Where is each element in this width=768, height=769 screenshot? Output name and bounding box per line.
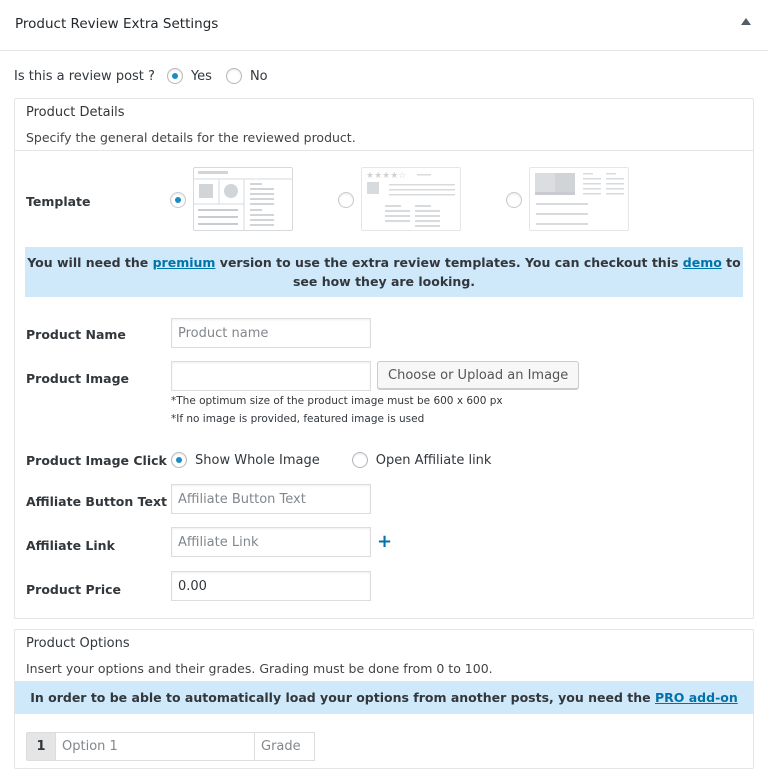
review-post-toggle: Is this a review post ? Yes No xyxy=(14,66,282,86)
product-image-label: Product Image xyxy=(26,371,130,386)
triangle-up-icon[interactable] xyxy=(741,18,751,25)
option-grade-input[interactable] xyxy=(255,732,315,761)
template-stars-icon: ★★★★☆ xyxy=(366,171,455,227)
template-3-option[interactable] xyxy=(506,192,522,212)
product-name-input[interactable] xyxy=(171,318,371,348)
product-image-input[interactable] xyxy=(171,361,371,391)
open-affiliate-link-radio[interactable] xyxy=(351,452,368,468)
template-layout-icon xyxy=(194,171,292,230)
affiliate-link-input[interactable] xyxy=(171,527,371,557)
option-number: 1 xyxy=(26,732,55,761)
open-affiliate-link-label[interactable]: Open Affiliate link xyxy=(376,453,492,468)
review-yes-radio[interactable] xyxy=(166,68,183,84)
svg-text:★★★★☆: ★★★★☆ xyxy=(366,171,406,181)
product-options-description: Insert your options and their grades. Gr… xyxy=(26,661,493,676)
template-2-preview[interactable]: ★★★★☆ xyxy=(361,167,461,231)
demo-link[interactable]: demo xyxy=(683,255,722,270)
product-options-title: Product Options xyxy=(26,636,130,651)
affiliate-button-text-label: Affiliate Button Text xyxy=(26,494,168,509)
template-2-option[interactable] xyxy=(338,192,354,212)
affiliate-link-label: Affiliate Link xyxy=(26,538,115,553)
metabox-title: Product Review Extra Settings xyxy=(15,16,219,32)
featured-image-hint: *If no image is provided, featured image… xyxy=(171,413,425,425)
template-3-radio[interactable] xyxy=(506,192,522,208)
affiliate-button-text-input[interactable] xyxy=(171,484,371,514)
template-banner-icon xyxy=(535,173,624,225)
show-whole-image-radio[interactable] xyxy=(171,452,187,468)
image-click-options: Show Whole Image Open Affiliate link xyxy=(171,452,523,468)
notice-text: version to use the extra review template… xyxy=(215,255,683,270)
template-3-preview[interactable] xyxy=(529,167,629,231)
show-whole-image-label[interactable]: Show Whole Image xyxy=(195,453,320,468)
pro-addon-link[interactable]: PRO add-on xyxy=(655,690,738,705)
product-price-label: Product Price xyxy=(26,582,121,597)
choose-image-button[interactable]: Choose or Upload an Image xyxy=(377,361,580,389)
review-no-label[interactable]: No xyxy=(250,69,268,84)
image-click-label: Product Image Click : xyxy=(26,453,177,468)
template-label: Template xyxy=(26,194,91,209)
product-details-description: Specify the general details for the revi… xyxy=(26,130,356,145)
metabox-header[interactable]: Product Review Extra Settings xyxy=(0,0,768,51)
template-2-radio[interactable] xyxy=(338,192,354,208)
premium-link[interactable]: premium xyxy=(153,255,216,270)
notice-text: You will need the xyxy=(27,255,153,270)
notice-text: In order to be able to automatically loa… xyxy=(30,690,655,705)
divider xyxy=(15,150,753,151)
product-details-title: Product Details xyxy=(26,105,125,120)
plus-icon[interactable]: + xyxy=(377,533,392,551)
template-1-radio[interactable] xyxy=(170,192,186,208)
review-post-question: Is this a review post ? xyxy=(14,68,155,84)
template-1-option[interactable] xyxy=(170,192,186,212)
option-row: 1 xyxy=(26,732,315,761)
image-size-hint: *The optimum size of the product image m… xyxy=(171,395,503,407)
review-yes-label[interactable]: Yes xyxy=(191,69,212,84)
product-options-panel: Product Options Insert your options and … xyxy=(14,629,754,769)
option-name-input[interactable] xyxy=(55,732,255,761)
product-price-input[interactable] xyxy=(171,571,371,601)
product-details-panel: Product Details Specify the general deta… xyxy=(14,98,754,619)
product-name-label: Product Name xyxy=(26,327,126,342)
template-1-preview[interactable] xyxy=(193,167,293,231)
review-no-radio[interactable] xyxy=(225,68,242,84)
pro-addon-notice: In order to be able to automatically loa… xyxy=(15,681,753,714)
premium-templates-notice: You will need the premium version to use… xyxy=(25,247,743,297)
